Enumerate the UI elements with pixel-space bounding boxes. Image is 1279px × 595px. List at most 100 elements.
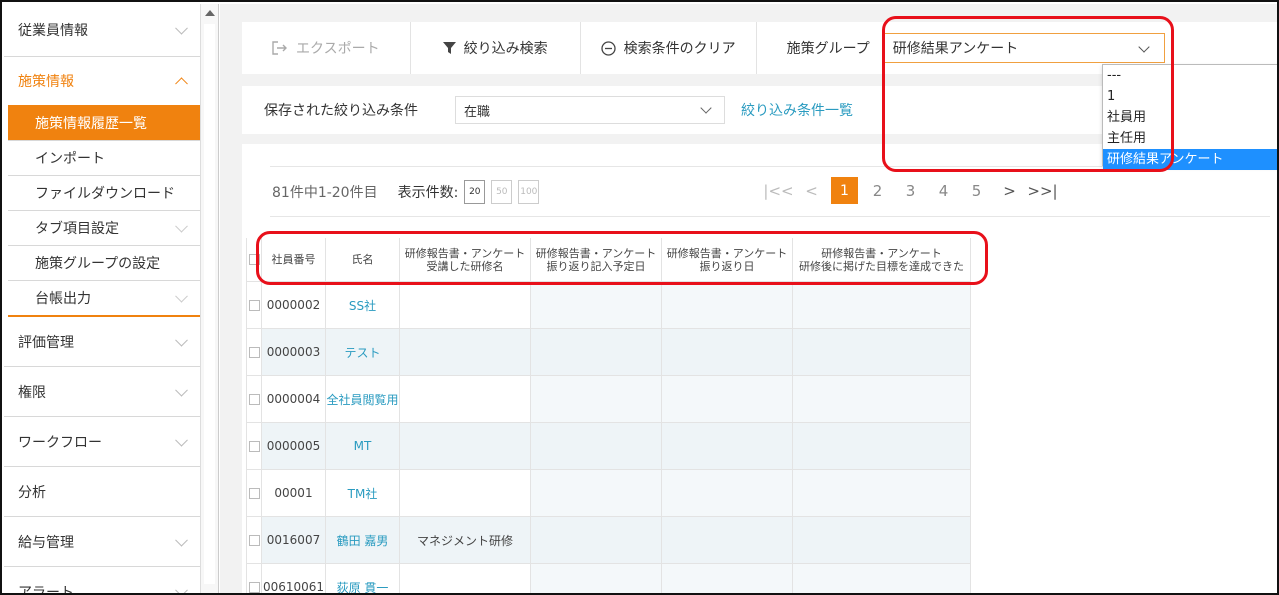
row-checkbox[interactable] [248, 393, 260, 405]
last-page-button[interactable]: >>| [1026, 182, 1059, 200]
select-all-cell[interactable] [246, 238, 262, 282]
sidebar-item-label: アラート [18, 585, 74, 595]
cell-review-date [662, 470, 793, 517]
sidebar-subitem-label: タブ項目設定 [35, 221, 119, 237]
row-checkbox-cell[interactable] [246, 564, 262, 593]
cell-name-link[interactable]: 鶴田 嘉男 [326, 517, 400, 564]
header-goal-achieved[interactable]: 研修報告書・アンケート 研修後に掲げた目標を達成できた [793, 238, 971, 282]
dropdown-option[interactable]: 主任用 [1103, 128, 1277, 149]
chevron-down-icon [175, 583, 188, 593]
dropdown-option[interactable]: 1 [1103, 86, 1277, 107]
row-checkbox-cell[interactable] [246, 329, 262, 376]
clear-conditions-label: 検索条件のクリア [623, 41, 736, 57]
chevron-down-icon [175, 333, 188, 347]
row-checkbox-cell[interactable] [246, 470, 262, 517]
page-5-button[interactable]: 5 [960, 182, 993, 200]
cell-course-name: マネジメント研修 [400, 517, 531, 564]
sidebar-item-label: 施策情報 [18, 74, 74, 90]
chevron-down-icon [1138, 41, 1150, 53]
table-body: 0000002 SS社 0000003 テスト 0000004 全社員閲覧用 0000005… [246, 282, 971, 593]
header-line: 受講した研修名 [426, 259, 504, 273]
page-1-button[interactable]: 1 [831, 177, 858, 204]
sidebar-subitem-tab-settings[interactable]: タブ項目設定 [8, 211, 200, 246]
cell-course-name [400, 282, 531, 329]
prev-page-button[interactable]: < [795, 182, 828, 200]
sidebar-subitem-file-download[interactable]: ファイルダウンロード [8, 176, 200, 211]
cell-goal-achieved [793, 517, 971, 564]
header-line: 振り返り日 [699, 259, 755, 273]
row-checkbox[interactable] [248, 299, 260, 311]
filter-icon [442, 41, 456, 54]
header-course-name[interactable]: 研修報告書・アンケート 受講した研修名 [400, 238, 531, 282]
sidebar-item-evaluation[interactable]: 評価管理 [4, 317, 200, 367]
saved-filter-select[interactable]: 在職 [455, 96, 725, 124]
sidebar-subitem-label: 施策情報履歴一覧 [35, 115, 147, 132]
cell-goal-achieved [793, 329, 971, 376]
page-4-button[interactable]: 4 [927, 182, 960, 200]
first-page-button[interactable]: |<< [762, 182, 795, 200]
header-review-planned-date[interactable]: 研修報告書・アンケート 振り返り記入予定日 [531, 238, 662, 282]
header-name[interactable]: 氏名 [326, 238, 400, 282]
row-checkbox[interactable] [248, 581, 260, 593]
cell-name-link[interactable]: SS社 [326, 282, 400, 329]
cell-name-link[interactable]: TM社 [326, 470, 400, 517]
row-checkbox-cell[interactable] [246, 282, 262, 329]
per-page-20-button[interactable]: 20 [464, 180, 486, 204]
per-page-50-button[interactable]: 50 [491, 180, 513, 204]
scroll-up-icon[interactable] [205, 10, 215, 16]
sidebar-item-alerts[interactable]: アラート [4, 567, 200, 595]
row-checkbox[interactable] [248, 534, 260, 546]
cell-name-link[interactable]: テスト [326, 329, 400, 376]
per-page-100-button[interactable]: 100 [518, 180, 540, 204]
cell-name-link[interactable]: 荻原 貫一 [326, 564, 400, 593]
sidebar-scrollbar[interactable] [201, 4, 219, 593]
result-count: 81件中1-20件目 [272, 185, 378, 201]
filter-conditions-list-link[interactable]: 絞り込み条件一覧 [725, 100, 853, 120]
row-checkbox-cell[interactable] [246, 423, 262, 470]
sidebar-subitem-ledger-output[interactable]: 台帳出力 [8, 281, 200, 317]
row-checkbox[interactable] [248, 440, 260, 452]
sidebar-subitem-group-settings[interactable]: 施策グループの設定 [8, 246, 200, 281]
filter-search-button[interactable]: 絞り込み検索 [411, 22, 581, 74]
sidebar-item-payroll[interactable]: 給与管理 [4, 517, 200, 567]
sidebar-item-analysis[interactable]: 分析 [4, 467, 200, 517]
sidebar-item-permissions[interactable]: 権限 [4, 367, 200, 417]
clear-conditions-button[interactable]: 検索条件のクリア [581, 22, 757, 74]
sidebar-item-measures[interactable]: 施策情報 [4, 57, 200, 105]
sidebar-item-workflow[interactable]: ワークフロー [4, 417, 200, 467]
scrollbar-thumb[interactable] [204, 24, 215, 584]
row-checkbox[interactable] [248, 346, 260, 358]
sidebar-subitem-import[interactable]: インポート [8, 141, 200, 176]
chevron-down-icon [175, 21, 188, 35]
cell-course-name [400, 470, 531, 517]
sidebar-subitem-history-list[interactable]: 施策情報履歴一覧 [8, 105, 200, 141]
cell-employee-id: 0000002 [262, 282, 326, 329]
screenshot-frame: 従業員情報 施策情報 施策情報履歴一覧 インポート ファイルダウンロード タブ項… [0, 0, 1279, 595]
cell-goal-achieved [793, 376, 971, 423]
header-employee-id[interactable]: 社員番号 [262, 238, 326, 282]
row-checkbox-cell[interactable] [246, 517, 262, 564]
select-all-checkbox[interactable] [248, 254, 260, 265]
sidebar-item-employee-info[interactable]: 従業員情報 [4, 4, 200, 57]
saved-filter-value: 在職 [464, 104, 491, 120]
chevron-up-icon [175, 77, 188, 91]
sidebar-item-label: 評価管理 [18, 334, 74, 351]
next-page-button[interactable]: > [993, 182, 1026, 200]
dropdown-option[interactable]: --- [1103, 65, 1277, 86]
export-button[interactable]: エクスポート [242, 22, 411, 74]
measure-group-select[interactable]: 研修結果アンケート [883, 33, 1165, 63]
dropdown-option[interactable]: 社員用 [1103, 107, 1277, 128]
page-3-button[interactable]: 3 [894, 182, 927, 200]
pagination: |<< < 1 2 3 4 5 > >>| [762, 177, 1059, 204]
export-icon [272, 41, 287, 55]
dropdown-option-selected[interactable]: 研修結果アンケート [1103, 149, 1277, 170]
cell-name-link[interactable]: MT [326, 423, 400, 470]
cell-review-date [662, 376, 793, 423]
header-review-date[interactable]: 研修報告書・アンケート 振り返り日 [662, 238, 793, 282]
page-2-button[interactable]: 2 [861, 182, 894, 200]
row-checkbox[interactable] [248, 487, 260, 499]
row-checkbox-cell[interactable] [246, 376, 262, 423]
cell-name-link[interactable]: 全社員閲覧用 [326, 376, 400, 423]
header-line: 研修報告書・アンケート [404, 246, 526, 260]
per-page-label: 表示件数: [397, 185, 459, 201]
